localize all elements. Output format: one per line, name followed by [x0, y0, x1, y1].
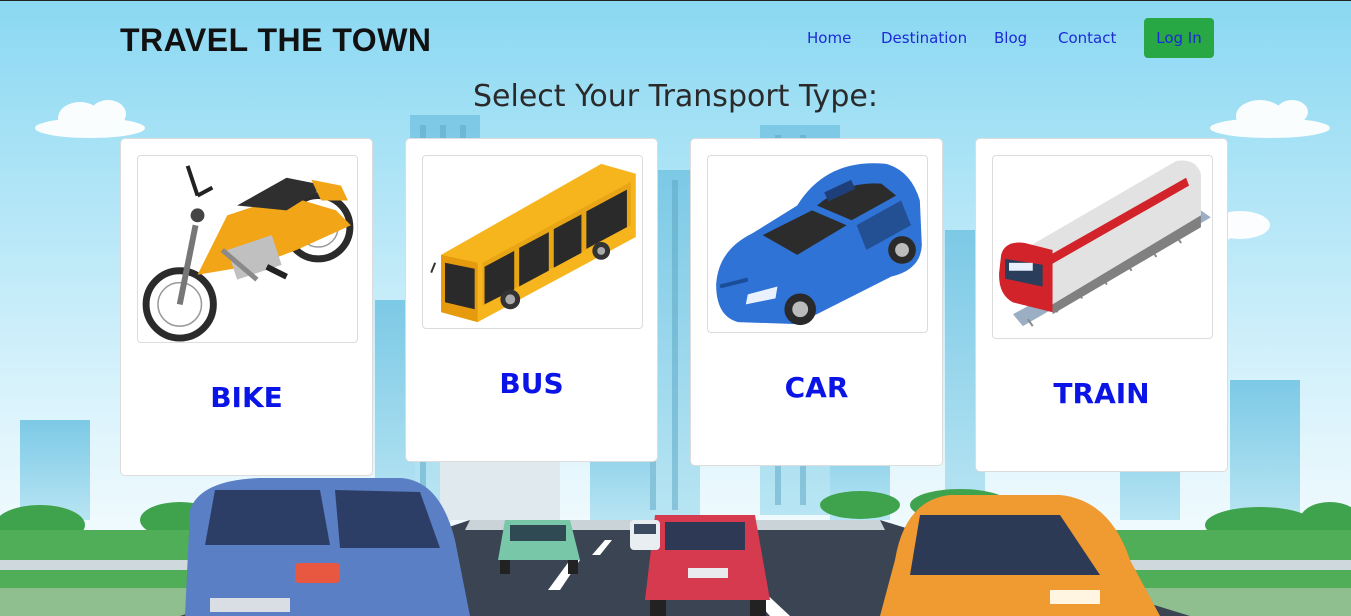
train-icon — [999, 160, 1211, 327]
transport-card-train[interactable]: TRAIN — [975, 138, 1228, 472]
site-brand[interactable]: TRAVEL THE TOWN — [120, 20, 432, 60]
transport-card-bike[interactable]: BIKE — [120, 138, 373, 476]
nav-contact-link[interactable]: Contact — [1058, 26, 1116, 50]
top-border — [0, 0, 1351, 1]
card-label-bike[interactable]: BIKE — [121, 381, 372, 414]
nav-destination-link[interactable]: Destination — [881, 26, 967, 50]
transport-card-car[interactable]: CAR — [690, 138, 943, 466]
card-label-car[interactable]: CAR — [691, 371, 942, 404]
motorcycle-image — [137, 155, 358, 343]
motorcycle-icon — [142, 165, 354, 342]
card-label-bus[interactable]: BUS — [406, 367, 657, 400]
login-button[interactable]: Log In — [1144, 18, 1214, 58]
page-title: Select Your Transport Type: — [473, 79, 878, 114]
nav-blog-link[interactable]: Blog — [994, 26, 1027, 50]
transport-card-bus[interactable]: BUS — [405, 138, 658, 462]
nav-home-link[interactable]: Home — [807, 26, 851, 50]
card-label-train[interactable]: TRAIN — [976, 377, 1227, 410]
bus-icon — [430, 163, 636, 323]
train-image — [992, 155, 1213, 339]
bus-image — [422, 155, 643, 329]
car-icon — [716, 163, 922, 326]
car-image — [707, 155, 928, 333]
